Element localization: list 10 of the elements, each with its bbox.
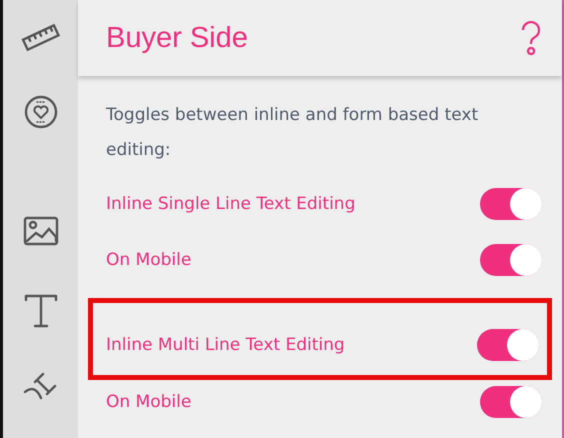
toggle-label: On Mobile — [106, 392, 192, 412]
toggle-switch[interactable] — [480, 188, 542, 220]
toggle-switch[interactable] — [480, 244, 542, 276]
toggle-label: Inline Single Line Text Editing — [106, 194, 356, 214]
toggle-label: On Mobile — [106, 250, 192, 270]
description-text: Toggles between inline and form based text editing: — [106, 104, 480, 162]
panel-title: Buyer Side — [106, 22, 248, 54]
toggle-label: Inline Multi Line Text Editing — [106, 335, 345, 355]
toggle-switch[interactable] — [477, 329, 539, 361]
toggle-switch[interactable] — [480, 386, 542, 418]
